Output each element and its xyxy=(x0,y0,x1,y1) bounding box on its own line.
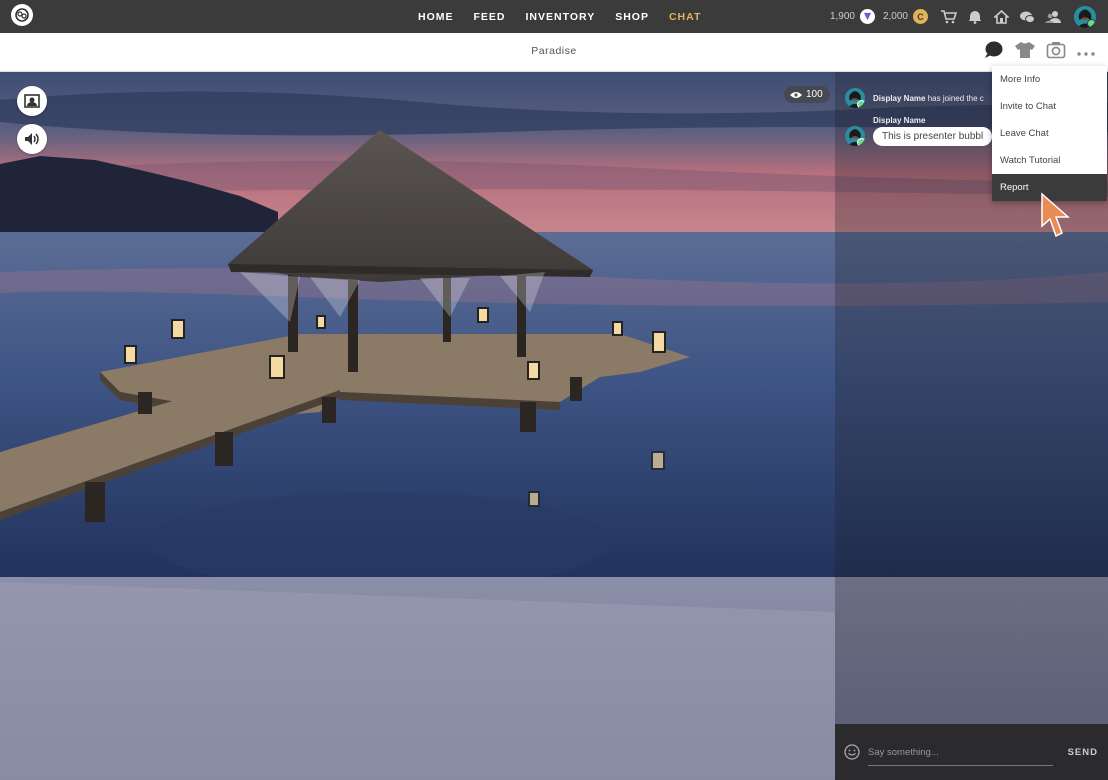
main-nav: HOME FEED INVENTORY SHOP CHAT xyxy=(408,0,711,33)
more-options-icon[interactable] xyxy=(1076,44,1096,62)
room-header: Paradise xyxy=(0,33,1108,72)
viewer-count-badge: 100 xyxy=(784,86,830,103)
logo-icon[interactable] xyxy=(11,4,33,26)
chat-bubble-icon[interactable] xyxy=(984,41,1004,64)
online-status-dot xyxy=(1087,18,1096,28)
send-button[interactable]: SEND xyxy=(1068,747,1098,758)
room-actions xyxy=(984,41,1096,64)
vcoin-icon[interactable] xyxy=(859,9,875,24)
more-options-menu: More Info Invite to Chat Leave Chat Watc… xyxy=(992,66,1107,201)
nav-inventory[interactable]: INVENTORY xyxy=(516,11,606,23)
credits-icon[interactable]: C xyxy=(913,9,928,24)
chat-message-input[interactable]: Say something... xyxy=(868,747,1053,766)
home-icon[interactable] xyxy=(991,7,1011,27)
chat-sender-name[interactable]: Display Name xyxy=(873,94,925,103)
messages-icon[interactable] xyxy=(1017,7,1037,27)
chat-input-bar: Say something... SEND xyxy=(835,724,1108,780)
viewer-count: 100 xyxy=(806,89,823,100)
speaker-icon xyxy=(25,133,39,145)
mouse-cursor-icon xyxy=(1041,192,1070,238)
chat-message: Display Name has joined the c xyxy=(845,88,984,108)
cart-icon[interactable] xyxy=(939,7,959,27)
user-avatar[interactable] xyxy=(1074,5,1096,28)
menu-item-leave-chat[interactable]: Leave Chat xyxy=(992,120,1107,147)
emoji-icon[interactable] xyxy=(844,744,860,765)
eye-icon xyxy=(790,91,802,98)
online-status-dot xyxy=(857,100,865,108)
friends-icon[interactable] xyxy=(1043,7,1063,27)
room-title: Paradise xyxy=(531,45,577,57)
menu-item-invite-to-chat[interactable]: Invite to Chat xyxy=(992,93,1107,120)
menu-item-watch-tutorial[interactable]: Watch Tutorial xyxy=(992,147,1107,174)
nav-feed[interactable]: FEED xyxy=(464,11,516,23)
nav-chat[interactable]: CHAT xyxy=(659,11,711,23)
top-nav-bar: HOME FEED INVENTORY SHOP CHAT 1,900 2,00… xyxy=(0,0,1108,33)
chat-message: Display Name This is presenter bubbl xyxy=(845,116,993,146)
outfit-shirt-icon[interactable] xyxy=(1014,41,1036,64)
chat-message-text: has joined the c xyxy=(927,94,984,103)
chat-avatar[interactable] xyxy=(845,126,865,146)
currency-and-actions: 1,900 2,000 C xyxy=(830,0,1108,33)
chat-avatar[interactable] xyxy=(845,88,865,108)
presenter-bubble: This is presenter bubbl xyxy=(873,127,993,146)
presenter-icon xyxy=(24,94,40,108)
vcoin-balance: 1,900 xyxy=(829,11,855,22)
notifications-bell-icon[interactable] xyxy=(965,7,985,27)
online-status-dot xyxy=(857,138,865,146)
menu-item-more-info[interactable]: More Info xyxy=(992,66,1107,93)
camera-icon[interactable] xyxy=(1046,41,1066,64)
nav-shop[interactable]: SHOP xyxy=(605,11,659,23)
presenter-view-button[interactable] xyxy=(17,86,47,116)
chat-sender-name[interactable]: Display Name xyxy=(873,116,992,125)
sound-toggle-button[interactable] xyxy=(17,124,47,154)
credits-balance: 2,000 xyxy=(882,11,908,22)
nav-home[interactable]: HOME xyxy=(408,11,464,23)
